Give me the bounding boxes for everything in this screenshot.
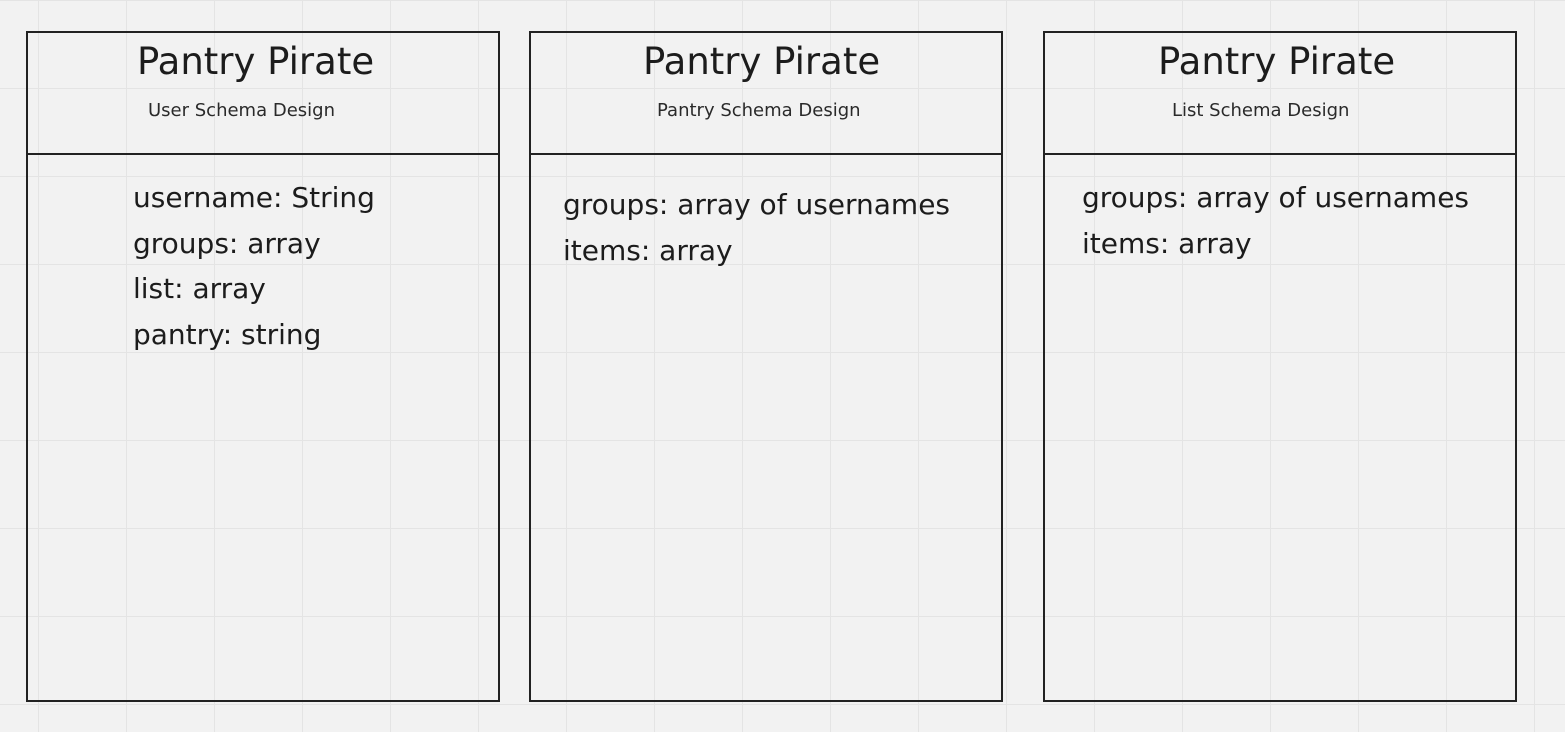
field-list: groups: array of usernames items: array <box>1082 175 1469 266</box>
header-divider <box>28 153 498 155</box>
field-groups: groups: array <box>133 226 321 260</box>
user-schema-card[interactable]: Pantry Pirate User Schema Design usernam… <box>26 31 500 702</box>
field-groups: groups: array of usernames <box>563 188 951 221</box>
header-divider <box>531 153 1001 155</box>
field-username: username: String <box>133 181 375 214</box>
field-pantry: pantry: string <box>133 317 322 351</box>
card-title: Pantry Pirate <box>1158 40 1396 83</box>
list-schema-card[interactable]: Pantry Pirate List Schema Design groups:… <box>1043 31 1517 702</box>
card-subtitle: List Schema Design <box>1172 100 1350 121</box>
field-list: list: array <box>133 272 266 305</box>
card-subtitle: User Schema Design <box>148 100 335 121</box>
field-list: username: String groups: array list: arr… <box>133 175 375 357</box>
field-list: groups: array of usernames items: array <box>563 182 950 273</box>
card-title: Pantry Pirate <box>137 40 375 83</box>
card-title: Pantry Pirate <box>643 40 881 83</box>
card-subtitle: Pantry Schema Design <box>657 100 861 121</box>
header-divider <box>1045 153 1515 155</box>
field-items: items: array <box>1082 226 1252 260</box>
pantry-schema-card[interactable]: Pantry Pirate Pantry Schema Design group… <box>529 31 1003 702</box>
field-items: items: array <box>563 233 733 267</box>
field-groups: groups: array of usernames <box>1082 181 1470 214</box>
